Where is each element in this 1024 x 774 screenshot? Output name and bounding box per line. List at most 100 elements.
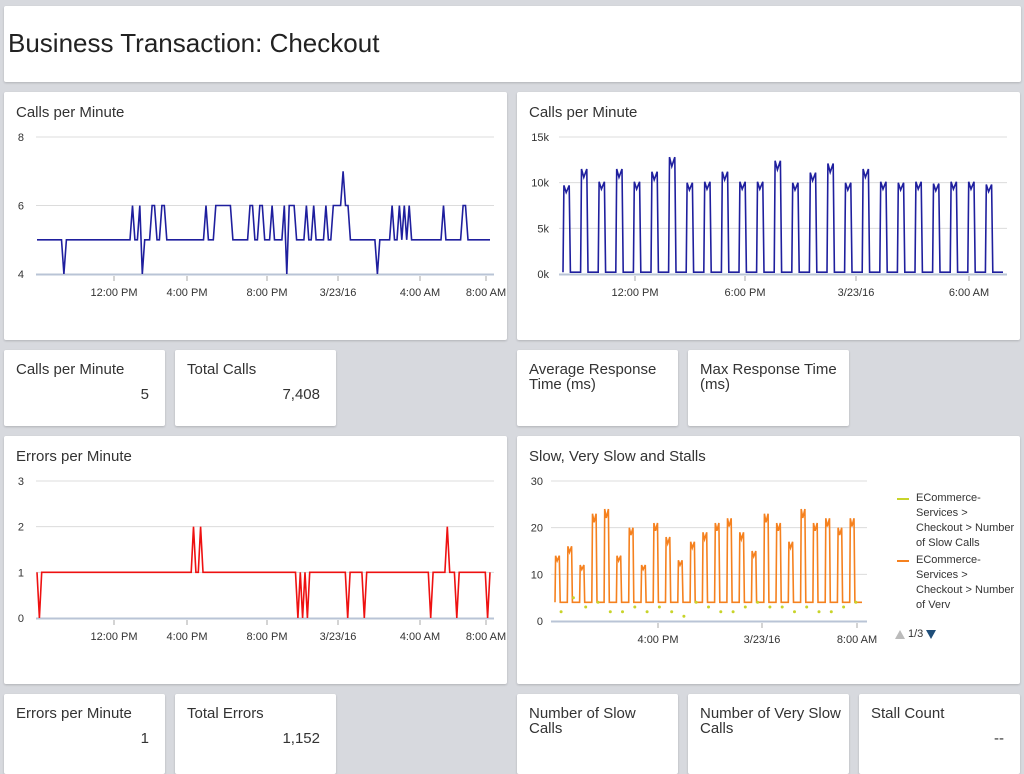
calls-per-minute-chart-2[interactable]: 0k 5k 10k 15k 12:00 PM 6:00 PM 3/23/16 6:00 AM: [517, 92, 1020, 340]
x-tick-label: 4:00 PM: [167, 287, 208, 299]
x-tick-label: 8:00 AM: [837, 634, 877, 646]
y-tick-label: 10: [531, 569, 543, 581]
legend-next-icon[interactable]: [926, 629, 937, 639]
slow-calls-point: [645, 610, 649, 614]
very-slow-series-line: [554, 508, 862, 604]
stat-calls-per-minute[interactable]: Calls per Minute 5: [4, 350, 165, 426]
calls-series-line: [562, 156, 1003, 273]
x-tick-label: 8:00 PM: [247, 631, 288, 643]
legend-item-slow-calls[interactable]: ECommerce-Services > Checkout > Number o…: [897, 491, 1015, 551]
page-title: Business Transaction: Checkout: [8, 28, 380, 58]
stat-label: Average Response Time (ms): [529, 361, 657, 393]
stat-label: Max Response Time (ms): [700, 361, 837, 393]
stat-label: Number of Very Slow Calls: [700, 705, 841, 737]
slow-calls-point: [768, 605, 772, 609]
x-tick-label: 6:00 AM: [949, 287, 989, 299]
slow-calls-point: [731, 610, 735, 614]
x-tick-label: 4:00 PM: [638, 634, 679, 646]
x-tick-label: 12:00 PM: [611, 287, 658, 299]
y-tick-label: 0: [18, 613, 24, 625]
x-tick-label: 3/23/16: [320, 631, 357, 643]
stat-average-response-time[interactable]: Average Response Time (ms): [517, 350, 678, 426]
slow-very-slow-stalls-chart[interactable]: 0 10 20 30 4:00 PM 3/23/16 8:00 AM: [517, 436, 887, 684]
stat-total-errors[interactable]: Total Errors 1,152: [175, 694, 336, 774]
x-tick-label: 6:00 PM: [725, 287, 766, 299]
slow-calls-point: [559, 610, 563, 614]
stat-label: Calls per Minute: [16, 361, 125, 378]
slow-calls-point: [842, 605, 846, 609]
y-tick-label: 20: [531, 523, 543, 535]
x-tick-label: 8:00 AM: [466, 631, 506, 643]
stat-value: 5: [140, 386, 149, 403]
y-tick-label: 4: [18, 269, 24, 281]
y-tick-label: 0k: [537, 269, 549, 281]
slow-calls-point: [633, 605, 637, 609]
calls-series-line: [37, 171, 490, 275]
y-tick-label: 3: [18, 476, 24, 488]
slow-calls-point: [793, 610, 796, 614]
slow-calls-point: [670, 610, 674, 614]
calls-per-minute-chart[interactable]: 4 6 8 12:00 PM 4:00 PM 8:00 PM 3/23/16 4:00 AM 8…: [4, 92, 507, 340]
y-tick-label: 30: [531, 476, 543, 488]
stat-total-calls[interactable]: Total Calls 7,408: [175, 350, 336, 426]
slow-calls-point: [682, 614, 686, 618]
y-tick-label: 0: [537, 616, 543, 628]
x-tick-label: 3/23/16: [838, 287, 875, 299]
y-tick-label: 5k: [537, 223, 549, 235]
stat-number-of-slow-calls[interactable]: Number of Slow Calls: [517, 694, 678, 774]
x-tick-label: 8:00 AM: [466, 287, 506, 299]
stat-label: Total Calls: [187, 361, 257, 378]
stat-label: Number of Slow Calls: [529, 705, 636, 737]
slow-calls-point: [719, 610, 723, 614]
page-header: Business Transaction: Checkout: [4, 6, 1021, 82]
stat-value: 1: [140, 730, 149, 747]
legend-item-very-slow-calls[interactable]: ECommerce-Services > Checkout > Number o…: [897, 553, 1015, 613]
stat-stall-count[interactable]: Stall Count --: [859, 694, 1020, 774]
chart-legend: ECommerce-Services > Checkout > Number o…: [897, 491, 1015, 615]
legend-label: ECommerce-Services > Checkout > Number o…: [916, 492, 1015, 549]
x-tick-label: 12:00 PM: [90, 287, 137, 299]
slow-calls-point: [854, 600, 858, 604]
errors-per-minute-chart[interactable]: 0 1 2 3 12:00 PM 4:00 PM 8:00 PM 3/23/16 4:00 AM…: [4, 436, 507, 684]
slow-calls-point: [584, 605, 588, 609]
errors-series-line: [36, 526, 491, 619]
slow-calls-point: [743, 605, 747, 609]
x-tick-label: 3/23/16: [320, 287, 357, 299]
legend-swatch: [897, 498, 909, 500]
calls-per-minute-chart-card-2: Calls per Minute 0k 5k 10k 15k 12:00 PM 6:00 …: [517, 92, 1020, 340]
x-tick-label: 4:00 PM: [167, 631, 208, 643]
stat-value: 1,152: [282, 730, 320, 747]
legend-swatch: [897, 560, 909, 562]
legend-page-indicator: 1/3: [908, 628, 924, 640]
x-tick-label: 4:00 AM: [400, 631, 440, 643]
slow-calls-point: [608, 610, 612, 614]
slow-calls-point: [621, 610, 624, 614]
slow-calls-point: [780, 605, 784, 609]
stat-max-response-time[interactable]: Max Response Time (ms): [688, 350, 849, 426]
slow-calls-point: [805, 605, 809, 609]
stat-label: Stall Count: [871, 705, 945, 722]
stat-label: Total Errors: [187, 705, 264, 722]
y-tick-label: 6: [18, 201, 24, 213]
slow-calls-point: [571, 596, 575, 600]
legend-prev-icon[interactable]: [895, 629, 905, 639]
y-tick-label: 2: [18, 522, 24, 534]
stat-value: 7,408: [282, 386, 320, 403]
slow-calls-point: [657, 605, 661, 609]
stat-label: Errors per Minute: [16, 705, 132, 722]
y-tick-label: 8: [18, 132, 24, 144]
slow-calls-point: [756, 600, 760, 604]
y-tick-label: 1: [18, 567, 24, 579]
x-tick-label: 8:00 PM: [247, 287, 288, 299]
y-tick-label: 15k: [531, 132, 549, 144]
slow-calls-point: [829, 610, 833, 614]
slow-calls-point: [596, 600, 600, 604]
errors-per-minute-chart-card: Errors per Minute 0 1 2 3 12:00 PM 4:00 PM 8:0…: [4, 436, 507, 684]
stat-number-of-very-slow-calls[interactable]: Number of Very Slow Calls: [688, 694, 849, 774]
x-tick-label: 12:00 PM: [90, 631, 137, 643]
stat-errors-per-minute[interactable]: Errors per Minute 1: [4, 694, 165, 774]
slow-very-slow-stalls-chart-card: Slow, Very Slow and Stalls 0 10 20 30 4:00 P…: [517, 436, 1020, 684]
slow-calls-point: [707, 605, 710, 609]
stat-value: --: [994, 730, 1004, 747]
slow-calls-point: [694, 600, 698, 604]
